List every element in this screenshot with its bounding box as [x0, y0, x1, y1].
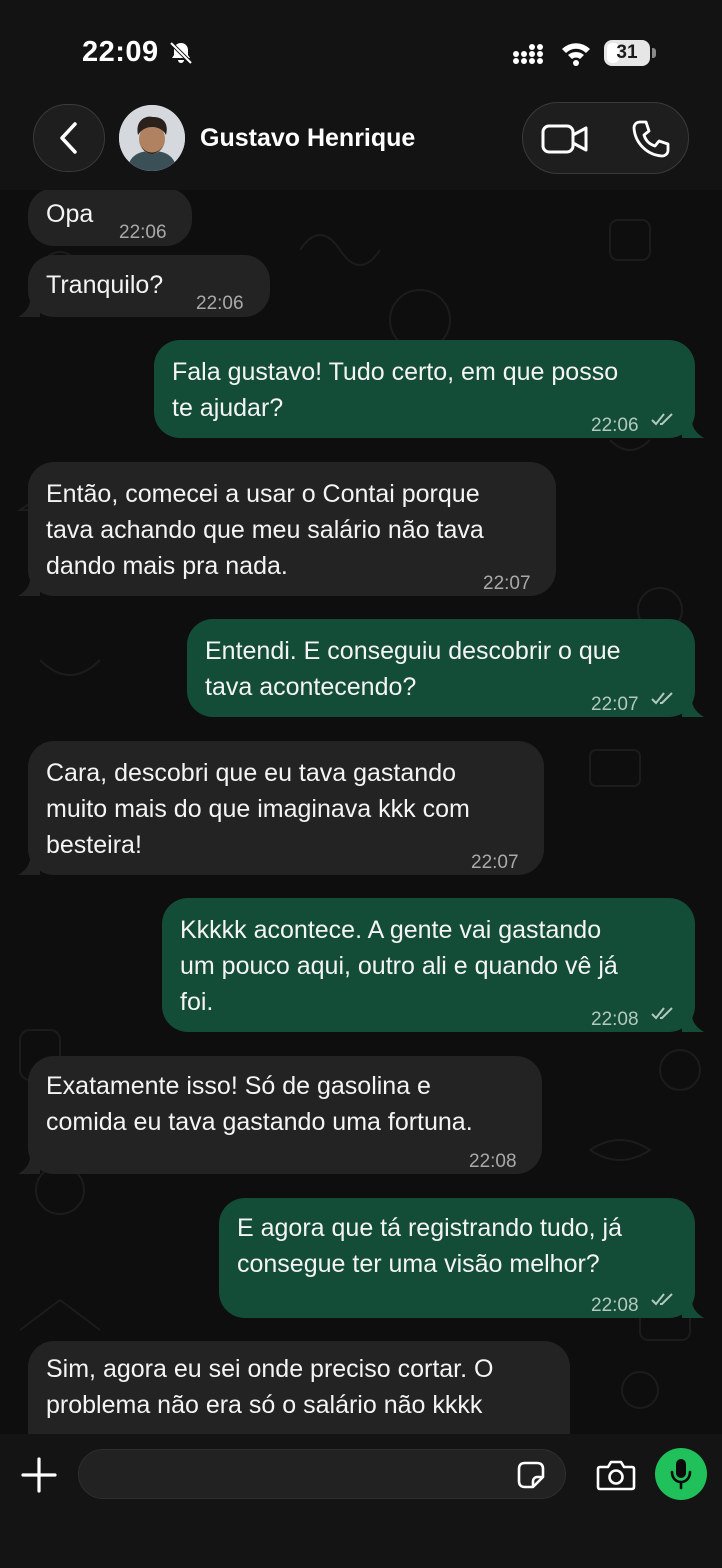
read-receipt-icon [651, 692, 673, 705]
message-time: 22:08 [469, 1151, 517, 1172]
message-incoming[interactable]: Então, comecei a usar o Contai porque ta… [28, 462, 556, 596]
bubble-tail [18, 853, 40, 875]
message-text: Cara, descobri que eu tava gastando muit… [46, 759, 470, 859]
message-time: 22:08 [591, 1295, 639, 1316]
message-text: E agora que tá registrando tudo, já cons… [237, 1214, 622, 1278]
bubble-tail [18, 574, 40, 596]
message-input[interactable] [78, 1449, 566, 1499]
message-text: Sim, agora eu sei onde preciso cortar. O… [46, 1355, 494, 1419]
bubble-tail [682, 1010, 704, 1032]
message-outgoing[interactable]: Entendi. E conseguiu descobrir o que tav… [187, 619, 695, 717]
message-list[interactable]: Opa 22:06 Tranquilo? 22:06 Fala gustavo!… [0, 190, 722, 1434]
message-text: Entendi. E conseguiu descobrir o que tav… [205, 637, 621, 701]
chevron-left-icon [60, 122, 77, 154]
message-time: 22:06 [591, 415, 639, 436]
message-incoming[interactable]: Sim, agora eu sei onde preciso cortar. O… [28, 1341, 570, 1434]
message-outgoing[interactable]: Kkkkk acontece. A gente vai gastando um … [162, 898, 695, 1032]
read-receipt-icon [651, 1293, 673, 1306]
cellular-signal-icon [513, 44, 543, 64]
message-time: 22:06 [119, 222, 167, 243]
plus-icon[interactable] [20, 1456, 58, 1494]
chat-header: Gustavo Henrique [0, 100, 722, 190]
message-text: Kkkkk acontece. A gente vai gastando um … [180, 916, 618, 1016]
avatar[interactable] [119, 105, 185, 171]
message-incoming[interactable]: Exatamente isso! Só de gasolina e comida… [28, 1056, 542, 1174]
message-time: 22:06 [196, 293, 244, 314]
battery-indicator: 31 [604, 40, 656, 66]
avatar-photo [119, 105, 185, 171]
back-button[interactable] [33, 104, 105, 172]
message-outgoing[interactable]: E agora que tá registrando tudo, já cons… [219, 1198, 695, 1318]
message-text: Então, comecei a usar o Contai porque ta… [46, 480, 484, 580]
bubble-tail [682, 416, 704, 438]
message-time: 22:07 [483, 573, 531, 594]
message-composer [0, 1434, 722, 1568]
microphone-button[interactable] [655, 1448, 707, 1500]
read-receipt-icon [651, 413, 673, 426]
contact-name[interactable]: Gustavo Henrique [200, 124, 415, 153]
bubble-tail [682, 695, 704, 717]
microphone-icon [670, 1459, 692, 1490]
status-bar: 22:09 31 [0, 0, 722, 100]
battery-level: 31 [616, 42, 638, 63]
message-outgoing[interactable]: Fala gustavo! Tudo certo, em que posso t… [154, 340, 695, 438]
bubble-tail [18, 295, 40, 317]
bubble-tail [18, 1152, 40, 1174]
bell-slash-icon [169, 41, 193, 65]
read-receipt-icon [651, 1007, 673, 1020]
message-text: Tranquilo? [46, 271, 164, 299]
bubble-tail [682, 1296, 704, 1318]
message-time: 22:07 [591, 694, 639, 715]
call-actions [522, 102, 689, 174]
message-time: 22:08 [591, 1009, 639, 1030]
message-time: 22:07 [471, 852, 519, 873]
video-call-button[interactable] [541, 121, 589, 157]
wifi-icon [562, 43, 590, 66]
message-incoming[interactable]: Tranquilo? 22:06 [28, 255, 270, 317]
message-text: Fala gustavo! Tudo certo, em que posso t… [172, 358, 619, 422]
message-text: Exatamente isso! Só de gasolina e comida… [46, 1072, 473, 1136]
message-incoming[interactable]: Opa 22:06 [28, 190, 192, 246]
message-incoming[interactable]: Cara, descobri que eu tava gastando muit… [28, 741, 544, 875]
camera-icon[interactable] [596, 1458, 636, 1492]
message-text: Opa [46, 200, 94, 228]
voice-call-button[interactable] [631, 119, 671, 159]
status-time: 22:09 [82, 36, 159, 68]
sticker-icon[interactable] [516, 1460, 546, 1490]
